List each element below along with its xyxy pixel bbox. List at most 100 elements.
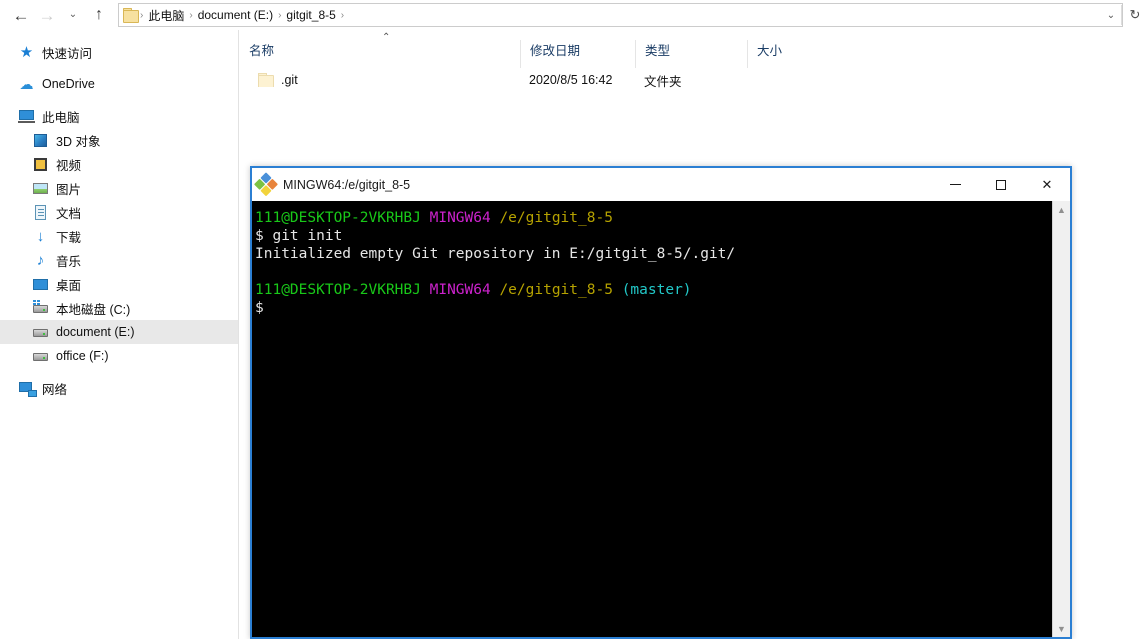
terminal-segment-plain	[421, 282, 430, 298]
column-header-size[interactable]: 大小	[747, 40, 832, 68]
window-controls: ✕	[932, 168, 1070, 201]
terminal-segment-user: 111@DESKTOP-2VKRHBJ	[255, 210, 421, 226]
refresh-icon[interactable]: ↻	[1123, 4, 1147, 26]
breadcrumb-item-document-e[interactable]: document (E:)	[194, 8, 277, 22]
terminal-body[interactable]: 111@DESKTOP-2VKRHBJ MINGW64 /e/gitgit_8-…	[252, 201, 1070, 637]
sidebar-item-label: 视频	[56, 158, 82, 173]
desktop-icon	[32, 276, 49, 293]
music-icon: ♪	[36, 251, 45, 269]
sidebar-item-label: OneDrive	[42, 77, 95, 91]
minimize-icon	[949, 184, 961, 185]
breadcrumb-item-this-pc[interactable]: 此电脑	[144, 7, 188, 24]
terminal-title-text: MINGW64:/e/gitgit_8-5	[283, 177, 411, 192]
sidebar-item-office-f[interactable]: office (F:)	[0, 344, 238, 368]
sidebar-item-onedrive[interactable]: ☁ OneDrive	[0, 72, 238, 96]
star-icon: ★	[19, 43, 34, 61]
terminal-scrollbar[interactable]: ▲ ▼	[1052, 201, 1070, 637]
terminal-title-bar[interactable]: MINGW64:/e/gitgit_8-5 ✕	[252, 168, 1070, 201]
terminal-segment-user: 111@DESKTOP-2VKRHBJ	[255, 282, 421, 298]
terminal-line: $	[255, 299, 1052, 317]
forward-icon[interactable]: →	[34, 2, 60, 28]
sidebar-item-3d-objects[interactable]: 3D 对象	[0, 128, 238, 152]
scroll-up-icon[interactable]: ▲	[1053, 201, 1070, 218]
hidden-folder-icon	[258, 73, 274, 87]
downloads-icon: ↓	[36, 227, 45, 245]
mingw-logo-icon	[253, 171, 279, 197]
address-chevron-down-icon[interactable]: ⌄	[1101, 5, 1121, 25]
close-button[interactable]: ✕	[1024, 168, 1070, 201]
cloud-icon: ☁	[19, 75, 34, 92]
terminal-segment-path: /e/gitgit_8-5	[499, 282, 613, 298]
mingw64-terminal-window[interactable]: MINGW64:/e/gitgit_8-5 ✕ 111@DESKTOP-2VKR…	[250, 166, 1072, 639]
pictures-icon	[32, 180, 49, 197]
sidebar-item-pictures[interactable]: 图片	[0, 176, 238, 200]
terminal-segment-branch: (master)	[621, 282, 692, 298]
column-header-date-modified[interactable]: 修改日期	[520, 40, 635, 68]
sidebar-item-downloads[interactable]: ↓ 下载	[0, 224, 238, 248]
terminal-segment-plain: $	[255, 300, 264, 316]
terminal-segment-plain: $ git init	[255, 228, 343, 244]
sidebar-item-documents[interactable]: 文档	[0, 200, 238, 224]
table-row[interactable]: .git 2020/8/5 16:42 文件夹	[240, 68, 1147, 92]
minimize-button[interactable]	[932, 168, 978, 201]
terminal-line: 111@DESKTOP-2VKRHBJ MINGW64 /e/gitgit_8-…	[255, 209, 1052, 227]
sidebar-item-label: 网络	[42, 382, 68, 397]
sidebar-item-quick-access[interactable]: ★ 快速访问	[0, 40, 238, 64]
sidebar-item-label: document (E:)	[56, 325, 135, 339]
file-date-modified: 2020/8/5 16:42	[529, 73, 613, 87]
sidebar-item-label: office (F:)	[56, 349, 109, 363]
column-header-type[interactable]: 类型	[635, 40, 747, 68]
address-bar-right-controls: ⌄	[1101, 4, 1122, 26]
breadcrumb-separator: ›	[340, 9, 345, 21]
3d-objects-icon	[32, 132, 49, 149]
terminal-segment-path: /e/gitgit_8-5	[499, 210, 613, 226]
videos-icon	[32, 156, 49, 173]
explorer-navigation-bar: ← → ⌄ ↑ › 此电脑 › document (E:) › gitgit_8…	[0, 0, 1147, 30]
sidebar-item-desktop[interactable]: 桌面	[0, 272, 238, 296]
terminal-line: 111@DESKTOP-2VKRHBJ MINGW64 /e/gitgit_8-…	[255, 281, 1052, 299]
sidebar-item-network[interactable]: 网络	[0, 376, 238, 400]
sidebar-item-label: 桌面	[56, 278, 82, 293]
sidebar-item-label: 本地磁盘 (C:)	[56, 302, 131, 317]
file-name: .git	[281, 73, 298, 87]
divider	[1121, 5, 1122, 25]
documents-icon	[32, 204, 49, 221]
navigation-sidebar: ★ 快速访问 ☁ OneDrive 此电脑 3D 对象 视频 图片 文档 ↓ 下…	[0, 30, 239, 639]
system-drive-icon	[32, 299, 49, 317]
sidebar-item-this-pc[interactable]: 此电脑	[0, 104, 238, 128]
sidebar-item-label: 图片	[56, 182, 82, 197]
terminal-output[interactable]: 111@DESKTOP-2VKRHBJ MINGW64 /e/gitgit_8-…	[252, 201, 1052, 637]
sidebar-item-music[interactable]: ♪ 音乐	[0, 248, 238, 272]
terminal-segment-plain	[613, 282, 622, 298]
sidebar-item-label: 下载	[56, 230, 82, 245]
scroll-down-icon[interactable]: ▼	[1053, 620, 1070, 637]
folder-icon	[123, 8, 139, 23]
sidebar-item-label: 音乐	[56, 254, 82, 269]
terminal-line: Initialized empty Git repository in E:/g…	[255, 245, 1052, 263]
network-icon	[18, 380, 37, 397]
sidebar-item-label: 3D 对象	[56, 134, 101, 149]
sidebar-item-label: 快速访问	[42, 46, 93, 61]
address-bar[interactable]: › 此电脑 › document (E:) › gitgit_8-5 › ⌄	[118, 3, 1123, 27]
sidebar-item-local-disk-c[interactable]: 本地磁盘 (C:)	[0, 296, 238, 320]
sidebar-item-label: 文档	[56, 206, 82, 221]
maximize-button[interactable]	[978, 168, 1024, 201]
column-header-name[interactable]: 名称	[240, 40, 520, 68]
drive-icon	[32, 348, 49, 365]
terminal-segment-plain: Initialized empty Git repository in E:/g…	[255, 246, 736, 262]
up-one-level-icon[interactable]: ↑	[86, 2, 112, 28]
terminal-segment-host: MINGW64	[429, 282, 491, 298]
breadcrumb-item-gitgit[interactable]: gitgit_8-5	[282, 8, 339, 22]
back-icon[interactable]: ←	[8, 2, 34, 28]
this-pc-icon	[18, 108, 35, 125]
sidebar-item-label: 此电脑	[42, 110, 80, 125]
terminal-line: $ git init	[255, 227, 1052, 245]
sidebar-item-videos[interactable]: 视频	[0, 152, 238, 176]
recent-locations-chevron-down-icon[interactable]: ⌄	[60, 2, 86, 28]
terminal-segment-plain	[421, 210, 430, 226]
sidebar-item-document-e[interactable]: document (E:)	[0, 320, 238, 344]
